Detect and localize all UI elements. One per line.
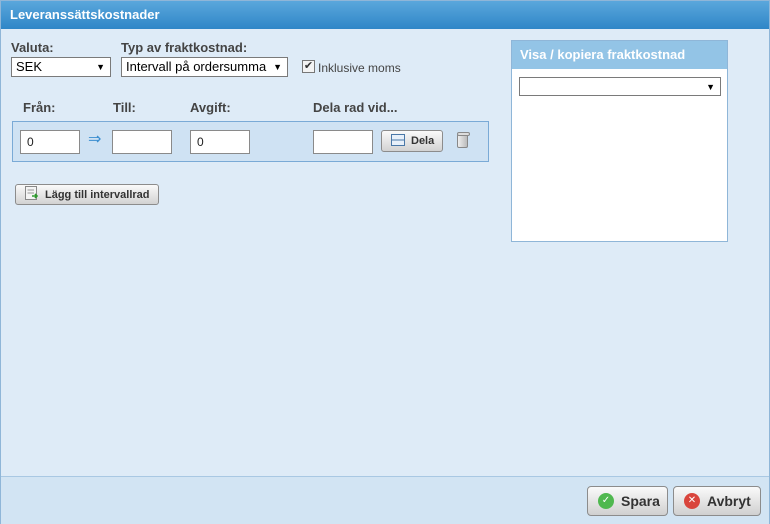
checkmark-icon: ✓ bbox=[598, 493, 614, 509]
from-column-header: Från: bbox=[23, 100, 56, 115]
add-interval-row-button[interactable]: Lägg till intervallrad bbox=[15, 184, 159, 205]
view-copy-select[interactable]: ▼ bbox=[519, 77, 721, 96]
add-interval-row-label: Lägg till intervallrad bbox=[45, 188, 150, 201]
split-input[interactable] bbox=[313, 130, 373, 154]
view-copy-panel: Visa / kopiera fraktkostnad ▼ bbox=[511, 40, 728, 242]
to-column-header: Till: bbox=[113, 100, 136, 115]
currency-select[interactable]: SEK ▼ bbox=[11, 57, 111, 77]
currency-value: SEK bbox=[16, 59, 43, 74]
save-button-label: Spara bbox=[621, 493, 660, 509]
view-copy-panel-title: Visa / kopiera fraktkostnad bbox=[512, 41, 727, 69]
including-vat-checkbox[interactable]: ✔ bbox=[302, 60, 315, 73]
delete-row-icon[interactable] bbox=[457, 132, 470, 148]
split-column-header: Dela rad vid... bbox=[313, 100, 398, 115]
chevron-down-icon: ▼ bbox=[96, 62, 105, 72]
to-input[interactable] bbox=[112, 130, 172, 154]
split-button-label: Dela bbox=[411, 135, 435, 147]
cancel-button[interactable]: ✕ Avbryt bbox=[673, 486, 761, 516]
split-button[interactable]: Dela bbox=[381, 130, 443, 152]
shipping-type-select[interactable]: Intervall på ordersumma ▼ bbox=[121, 57, 288, 77]
currency-label: Valuta: bbox=[11, 40, 54, 55]
cancel-button-label: Avbryt bbox=[707, 493, 751, 509]
arrow-right-icon: ⇒ bbox=[88, 131, 102, 148]
including-vat-label: Inklusive moms bbox=[318, 61, 401, 75]
shipping-type-value: Intervall på ordersumma bbox=[126, 59, 267, 74]
fee-column-header: Avgift: bbox=[190, 100, 231, 115]
split-icon bbox=[391, 133, 405, 149]
chevron-down-icon: ▼ bbox=[273, 62, 282, 72]
fee-input[interactable]: 0 bbox=[190, 130, 250, 154]
close-icon: ✕ bbox=[684, 493, 700, 509]
from-input[interactable]: 0 bbox=[20, 130, 80, 154]
chevron-down-icon: ▼ bbox=[706, 82, 715, 92]
dialog-title: Leveranssättskostnader bbox=[1, 1, 769, 29]
shipping-type-label: Typ av fraktkostnad: bbox=[121, 40, 248, 55]
shipping-cost-dialog: Leveranssättskostnader Valuta: SEK ▼ Typ… bbox=[0, 0, 770, 524]
save-button[interactable]: ✓ Spara bbox=[587, 486, 668, 516]
add-row-icon bbox=[25, 186, 39, 203]
